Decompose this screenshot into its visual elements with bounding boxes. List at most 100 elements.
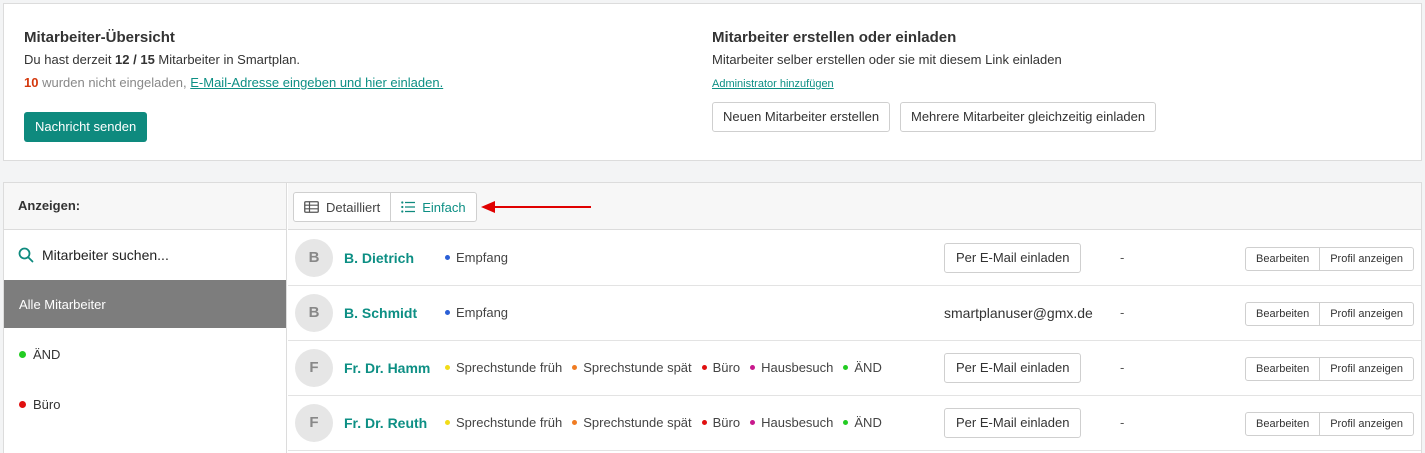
avatar: F — [295, 349, 333, 387]
annotation-arrow-icon — [481, 201, 591, 213]
group-tag: Empfang — [445, 305, 508, 320]
group-label: Sprechstunde spät — [583, 360, 692, 375]
not-invited-count: 10 — [24, 75, 39, 90]
group-label: Sprechstunde früh — [456, 415, 563, 430]
group-tag: Hausbesuch — [750, 415, 833, 430]
overview-card: Mitarbeiter-Übersicht Du hast derzeit 12… — [3, 3, 1422, 161]
row-actions: Bearbeiten Profil anzeigen — [1245, 357, 1414, 381]
count-suffix: Mitarbeiter in Smartplan. — [154, 52, 301, 67]
extra-value: - — [1120, 415, 1125, 430]
sidebar: Anzeigen: Mitarbeiter suchen... Alle Mit… — [4, 183, 287, 453]
group-color-dot — [445, 255, 450, 260]
group-label: Hausbesuch — [761, 415, 834, 430]
sidebar-item-all-employees[interactable]: Alle Mitarbeiter — [4, 280, 286, 328]
sidebar-item-aend[interactable]: ÄND — [4, 328, 286, 380]
group-tag: Sprechstunde spät — [572, 360, 692, 375]
group-label: Empfang — [456, 305, 509, 320]
employee-name-link[interactable]: B. Schmidt — [344, 305, 417, 321]
view-profile-button[interactable]: Profil anzeigen — [1319, 248, 1413, 270]
create-employee-button[interactable]: Neuen Mitarbeiter erstellen — [712, 102, 891, 132]
show-label: Anzeigen: — [4, 183, 286, 230]
table-row: F Fr. Dr. Hamm Sprechstunde früh Sprechstun… — [288, 341, 1421, 396]
sidebar-item-buero[interactable]: Büro — [4, 380, 286, 428]
detailed-view-label: Detailliert — [326, 199, 381, 215]
group-color-dot — [843, 420, 849, 425]
list-icon — [401, 201, 416, 213]
group-label: ÄND — [854, 415, 882, 430]
row-actions: Bearbeiten Profil anzeigen — [1245, 302, 1414, 326]
table-icon — [304, 201, 319, 213]
group-tag: Empfang — [445, 250, 508, 265]
group-tags: Empfang — [445, 250, 518, 265]
group-label: Büro — [712, 415, 741, 430]
edit-button[interactable]: Bearbeiten — [1246, 413, 1319, 435]
group-color-dot — [701, 365, 707, 370]
send-message-button[interactable]: Nachricht senden — [24, 112, 148, 142]
employee-name-link[interactable]: B. Dietrich — [344, 250, 414, 266]
group-label: Hausbesuch — [761, 360, 834, 375]
sidebar-item-label: Alle Mitarbeiter — [19, 296, 106, 312]
group-color-dot — [445, 365, 450, 370]
avatar: B — [295, 294, 333, 332]
edit-button[interactable]: Bearbeiten — [1246, 358, 1319, 380]
group-tag: Sprechstunde früh — [445, 360, 562, 375]
view-profile-button[interactable]: Profil anzeigen — [1319, 303, 1413, 325]
group-color-dot — [445, 420, 450, 425]
invite-title: Mitarbeiter erstellen oder einladen — [712, 29, 957, 46]
simple-view-button[interactable]: Einfach — [390, 193, 475, 221]
group-label: Sprechstunde spät — [583, 415, 692, 430]
group-label: ÄND — [854, 360, 882, 375]
group-tag: Sprechstunde spät — [572, 415, 692, 430]
group-label: Sprechstunde früh — [456, 360, 563, 375]
add-admin-link[interactable]: Administrator hinzufügen — [712, 78, 834, 90]
invite-by-email-button[interactable]: Per E-Mail einladen — [944, 353, 1082, 383]
employee-count-text: Du hast derzeit 12 / 15 Mitarbeiter in S… — [24, 52, 300, 67]
count-value: 12 / 15 — [115, 52, 155, 67]
not-invited-text: 10 wurden nicht eingeladen, E-Mail-Adres… — [24, 75, 443, 90]
invite-by-email-button[interactable]: Per E-Mail einladen — [944, 408, 1082, 438]
overview-title: Mitarbeiter-Übersicht — [24, 29, 175, 46]
detailed-view-button[interactable]: Detailliert — [294, 193, 390, 221]
sidebar-item-label: ÄND — [33, 346, 61, 362]
edit-button[interactable]: Bearbeiten — [1246, 248, 1319, 270]
group-tags: Empfang — [445, 305, 518, 320]
table-row: B B. Dietrich Empfang Per E-Mail einladen - B… — [288, 231, 1421, 286]
employee-name-link[interactable]: Fr. Dr. Hamm — [344, 360, 430, 376]
group-tag: Büro — [701, 415, 741, 430]
invite-by-email-button[interactable]: Per E-Mail einladen — [944, 243, 1082, 273]
edit-button[interactable]: Bearbeiten — [1246, 303, 1319, 325]
employee-name-link[interactable]: Fr. Dr. Reuth — [344, 415, 427, 431]
invite-by-email-link[interactable]: E-Mail-Adresse eingeben und hier einlade… — [190, 75, 443, 90]
group-color-dot — [750, 420, 756, 425]
search-input[interactable]: Mitarbeiter suchen... — [4, 230, 286, 280]
view-toggle: Detailliert Einfach — [293, 192, 477, 222]
group-label: Empfang — [456, 250, 509, 265]
group-tag: ÄND — [843, 360, 882, 375]
group-color-dot — [572, 365, 578, 370]
extra-value: - — [1120, 250, 1125, 265]
group-tag: ÄND — [843, 415, 882, 430]
group-tag: Büro — [701, 360, 740, 375]
extra-value: - — [1120, 305, 1125, 320]
table-row: B B. Schmidt Empfang smartplanuser@gmx.de - B… — [288, 286, 1421, 341]
simple-view-label: Einfach — [422, 199, 466, 215]
group-tags: Sprechstunde früh Sprechstunde spät Büro Ha… — [445, 415, 892, 430]
group-tag: Sprechstunde früh — [445, 415, 562, 430]
view-profile-button[interactable]: Profil anzeigen — [1319, 413, 1413, 435]
employee-panel: Anzeigen: Mitarbeiter suchen... Alle Mit… — [3, 182, 1422, 453]
not-invited-label: wurden nicht eingeladen, — [38, 75, 191, 90]
view-profile-button[interactable]: Profil anzeigen — [1319, 358, 1413, 380]
group-color-dot — [445, 310, 450, 315]
group-color-dot — [19, 400, 26, 408]
bulk-invite-button[interactable]: Mehrere Mitarbeiter gleichzeitig einlade… — [900, 102, 1157, 132]
sidebar-item-label: Büro — [33, 396, 61, 412]
group-color-dot — [701, 420, 707, 425]
row-actions: Bearbeiten Profil anzeigen — [1245, 412, 1414, 436]
group-color-dot — [750, 365, 756, 370]
group-color-dot — [843, 365, 849, 370]
search-icon — [18, 247, 34, 263]
view-toolbar: Detailliert Einfach — [288, 183, 1421, 230]
invite-subtitle: Mitarbeiter selber erstellen oder sie mi… — [712, 52, 1062, 67]
avatar: B — [295, 239, 333, 277]
group-color-dot — [572, 420, 578, 425]
